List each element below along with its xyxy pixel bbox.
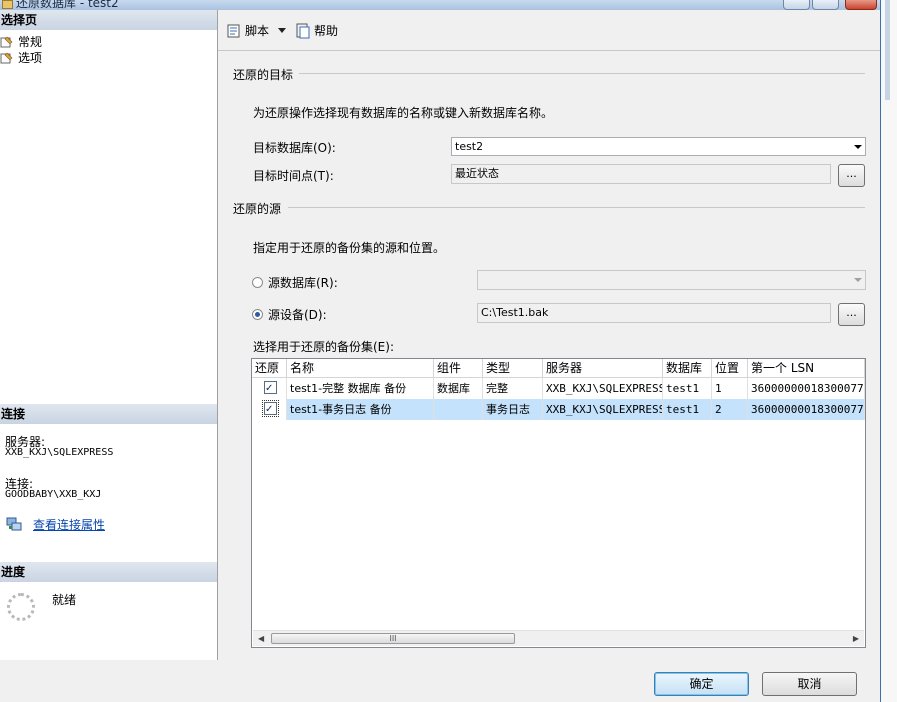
from-device-value: C:\Test1.bak bbox=[481, 306, 549, 319]
script-label: 脚本 bbox=[245, 24, 270, 38]
connection-value: GOODBABY\XXB_KXJ bbox=[5, 489, 102, 500]
close-button[interactable] bbox=[845, 0, 877, 10]
position-cell: 1 bbox=[712, 378, 748, 399]
table-row-selected[interactable]: test1-事务日志 备份 事务日志 XXB_KXJ\SQLEXPRESS te… bbox=[252, 399, 865, 420]
first-lsn-cell: 36000000018300077 bbox=[748, 378, 865, 399]
target-time-value: 最近状态 bbox=[455, 167, 499, 180]
backup-sets-grid[interactable]: 还原 名称 组件 类型 服务器 数据库 位置 第一个 LSN test1-完整 … bbox=[251, 358, 866, 648]
name-cell: test1-事务日志 备份 bbox=[287, 399, 434, 420]
database-cell: test1 bbox=[663, 378, 712, 399]
first-lsn-cell: 36000000018300077 bbox=[748, 399, 865, 420]
column-header-component[interactable]: 组件 bbox=[434, 359, 483, 377]
title-bar: 还原数据库 - test2 bbox=[0, 0, 880, 10]
column-header-first-lsn[interactable]: 第一个 LSN bbox=[748, 359, 865, 377]
nav-item-label: 常规 bbox=[18, 35, 43, 49]
grid-header: 还原 名称 组件 类型 服务器 数据库 位置 第一个 LSN bbox=[252, 359, 865, 378]
select-page-header: 选择页 bbox=[0, 10, 217, 30]
component-cell bbox=[434, 399, 483, 420]
minimize-button[interactable] bbox=[783, 0, 810, 10]
nav-item-label: 选项 bbox=[18, 51, 43, 65]
from-device-field: C:\Test1.bak bbox=[477, 303, 831, 323]
type-cell: 完整 bbox=[483, 378, 543, 399]
target-database-label: 目标数据库(O): bbox=[253, 141, 336, 155]
maximize-button[interactable] bbox=[812, 0, 839, 10]
source-group-divider bbox=[288, 207, 865, 208]
chevron-down-icon bbox=[278, 28, 286, 33]
column-header-restore[interactable]: 还原 bbox=[252, 359, 287, 377]
script-icon bbox=[227, 24, 240, 38]
target-group-title: 还原的目标 bbox=[233, 68, 294, 82]
position-cell: 2 bbox=[712, 399, 748, 420]
column-header-name[interactable]: 名称 bbox=[287, 359, 434, 377]
nav-item-general[interactable]: 常规 bbox=[0, 34, 42, 50]
component-cell: 数据库 bbox=[434, 378, 483, 399]
script-button[interactable]: 脚本 bbox=[226, 22, 269, 40]
script-dropdown[interactable] bbox=[278, 22, 286, 40]
horizontal-scrollbar[interactable]: ◀ III ▶ bbox=[253, 630, 864, 646]
from-device-label: 源设备(D): bbox=[268, 308, 327, 322]
chevron-down-icon bbox=[854, 145, 862, 149]
target-database-value: test2 bbox=[455, 140, 484, 153]
from-database-combo bbox=[477, 270, 866, 290]
view-connection-properties-link[interactable]: 查看连接属性 bbox=[33, 516, 105, 533]
scroll-left-arrow-icon[interactable]: ◀ bbox=[258, 634, 264, 643]
target-group-divider bbox=[299, 73, 865, 74]
column-header-database[interactable]: 数据库 bbox=[663, 359, 712, 377]
target-time-label: 目标时间点(T): bbox=[253, 169, 334, 183]
nav-item-options[interactable]: 选项 bbox=[0, 50, 42, 66]
background-window-edge bbox=[880, 0, 897, 702]
chevron-down-icon bbox=[854, 278, 862, 282]
source-group-title: 还原的源 bbox=[233, 202, 282, 216]
connection-header: 连接 bbox=[0, 404, 217, 424]
scroll-right-arrow-icon[interactable]: ▶ bbox=[853, 634, 859, 643]
source-description: 指定用于还原的备份集的源和位置。 bbox=[253, 241, 446, 255]
page-icon bbox=[0, 36, 13, 48]
database-cell: test1 bbox=[663, 399, 712, 420]
ok-button[interactable]: 确定 bbox=[654, 672, 749, 696]
help-button[interactable]: 帮助 bbox=[295, 22, 338, 40]
restore-checkbox[interactable] bbox=[264, 378, 277, 399]
type-cell: 事务日志 bbox=[483, 399, 543, 420]
from-device-browse-button[interactable]: ... bbox=[838, 303, 865, 326]
table-row[interactable]: test1-完整 数据库 备份 数据库 完整 XXB_KXJ\SQLEXPRES… bbox=[252, 378, 865, 400]
help-label: 帮助 bbox=[314, 24, 339, 38]
column-header-type[interactable]: 类型 bbox=[483, 359, 543, 377]
progress-header: 进度 bbox=[0, 562, 217, 582]
backup-sets-label: 选择用于还原的备份集(E): bbox=[253, 340, 394, 354]
from-database-label: 源数据库(R): bbox=[268, 276, 338, 290]
cancel-button[interactable]: 取消 bbox=[762, 672, 857, 696]
column-header-position[interactable]: 位置 bbox=[712, 359, 748, 377]
target-time-browse-button[interactable]: ... bbox=[838, 164, 865, 187]
scrollbar-thumb[interactable]: III bbox=[271, 633, 515, 644]
left-pane: 选择页 常规 选项 连接 服务器: XXB_KXJ\SQLEXPRESS 连接:… bbox=[0, 10, 218, 660]
target-database-combo[interactable]: test2 bbox=[451, 137, 866, 156]
restore-cell bbox=[252, 399, 287, 420]
column-header-server[interactable]: 服务器 bbox=[543, 359, 663, 377]
window-title: 还原数据库 - test2 bbox=[16, 0, 119, 10]
server-value: XXB_KXJ\SQLEXPRESS bbox=[5, 447, 114, 458]
connection-properties-icon bbox=[6, 517, 22, 531]
from-device-radio[interactable] bbox=[252, 309, 263, 320]
from-database-radio[interactable] bbox=[252, 277, 263, 288]
name-cell: test1-完整 数据库 备份 bbox=[287, 378, 434, 399]
target-time-field: 最近状态 bbox=[451, 164, 831, 184]
target-description: 为还原操作选择现有数据库的名称或键入新数据库名称。 bbox=[253, 106, 554, 120]
page-icon bbox=[0, 52, 13, 64]
progress-spinner-icon bbox=[7, 593, 35, 621]
help-icon bbox=[296, 23, 310, 39]
restore-cell bbox=[252, 378, 287, 399]
progress-status: 就绪 bbox=[52, 593, 77, 607]
toolbar: 脚本 帮助 bbox=[218, 10, 880, 51]
server-cell: XXB_KXJ\SQLEXPRESS bbox=[543, 378, 663, 399]
restore-checkbox[interactable] bbox=[262, 399, 279, 420]
app-icon bbox=[2, 0, 13, 9]
server-cell: XXB_KXJ\SQLEXPRESS bbox=[543, 399, 663, 420]
background-scrollbar bbox=[885, 0, 890, 100]
